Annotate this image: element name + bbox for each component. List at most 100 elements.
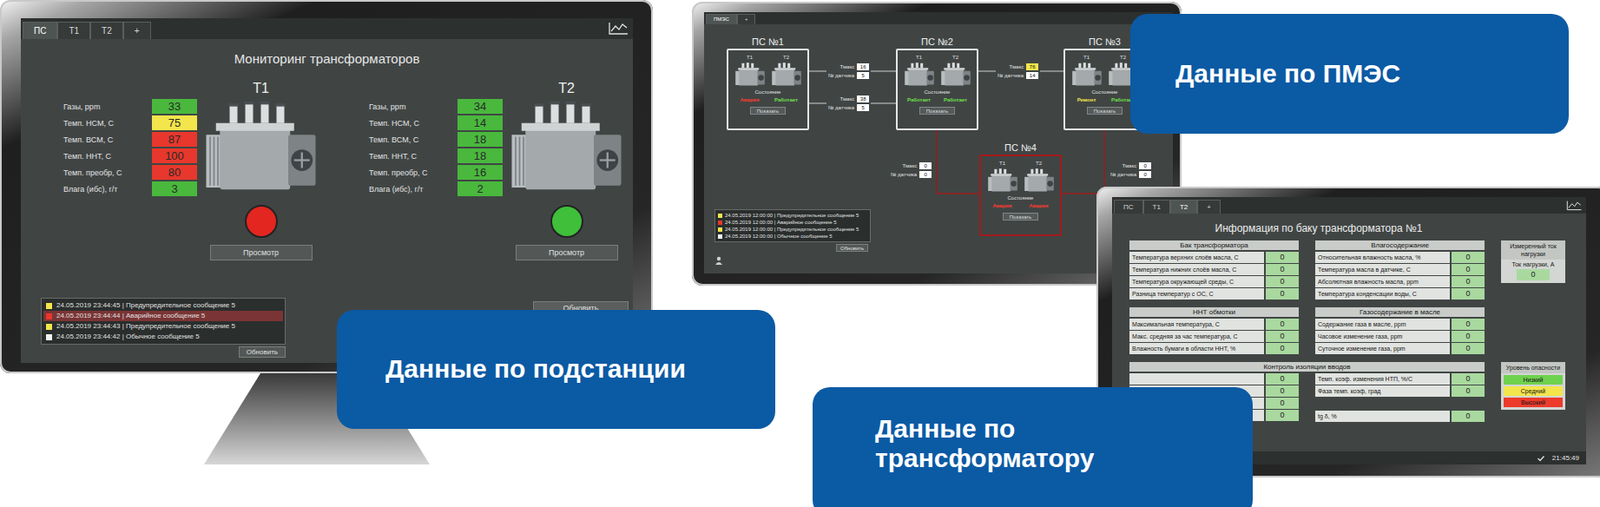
tab[interactable]: Т1	[57, 21, 91, 40]
screen-title: Мониторинг трансформаторов	[20, 51, 633, 66]
tmax-value: 16	[856, 63, 870, 71]
row-value: 0	[1451, 342, 1485, 355]
transformer-figure: Т1Просмотр	[202, 81, 320, 261]
event-log-column: 24.05.2019 23:44:45 | Предупредительное …	[40, 297, 286, 358]
log-row[interactable]: 24.05.2019 12:00:00 | Предупредительное …	[717, 225, 869, 233]
log-marker	[717, 227, 723, 232]
log-text: 24.05.2019 12:00:00 | Предупредительное …	[724, 225, 859, 233]
state-label: Состояние	[924, 88, 951, 96]
chart-icon[interactable]	[606, 20, 630, 37]
parameter-row: Влага (ибс), г/т3	[63, 180, 198, 198]
log-marker	[717, 220, 723, 225]
log-row[interactable]: 24.05.2019 12:00:00 | Предупредительное …	[717, 211, 869, 219]
danger-level-panel: Уровень опасностиНизкийСреднийВысокий	[1501, 362, 1566, 410]
parameter-row: Влага (ибс), г/т2	[368, 180, 503, 198]
state-label: Состояние	[755, 88, 782, 96]
tab[interactable]: +	[1197, 199, 1221, 214]
transformer-statuses: РаботаетРаботает	[902, 96, 973, 104]
callout-label: Данные по подстанции	[336, 309, 776, 429]
log-text: 24.05.2019 12:00:00 | Предупредительное …	[724, 211, 859, 219]
info-row: 0	[1129, 373, 1299, 385]
tab-bar: ПСТ1Т2+	[1112, 197, 1587, 214]
log-refresh-button[interactable]: Обновить	[238, 346, 286, 358]
log-text: 24.05.2019 23:44:42 | Обычное сообщение …	[56, 331, 200, 343]
show-button[interactable]: Показать	[919, 106, 956, 115]
show-button[interactable]: Показать	[1086, 106, 1124, 115]
tmax-row: Тмакс0	[890, 162, 932, 170]
show-button[interactable]: Показать	[1002, 212, 1040, 221]
log-row[interactable]: 24.05.2019 23:44:45 | Предупредительное …	[43, 300, 284, 311]
row-value: 0	[1451, 251, 1485, 264]
status-dot	[244, 204, 278, 238]
parameter-label: Газы, ppm	[63, 102, 151, 112]
parameter-row: Газы, ppm33	[63, 98, 198, 115]
tab[interactable]: Т1	[1143, 199, 1171, 214]
show-button[interactable]: Показать	[750, 106, 787, 115]
substation-node[interactable]: ПС №4Т1Т2СостояниеАварияАварияПоказать	[979, 154, 1062, 237]
tab[interactable]: +	[123, 21, 152, 40]
info-row: Разница температур с ОС, С0	[1129, 288, 1299, 300]
parameter-row: Темп. ВСМ, С18	[368, 131, 503, 148]
transformer-icon	[770, 61, 804, 88]
view-button[interactable]: Просмотр	[210, 244, 313, 261]
row-label	[1129, 373, 1265, 385]
user-icon[interactable]	[714, 256, 724, 265]
transformer-names: Т1Т2	[902, 53, 973, 61]
sensor-label: № датчика	[997, 72, 1024, 79]
row-label: Температура верхних слоёв масла, С	[1129, 251, 1265, 264]
transformer-row: Газы, ppm33Темп. НСМ, С75Темп. ВСМ, С87Т…	[20, 81, 633, 261]
transformer-status: Авария	[986, 202, 1020, 210]
log-refresh-button[interactable]: Обновить	[836, 243, 869, 252]
section-title: Бак трансформатора	[1129, 240, 1299, 251]
tab[interactable]: ПМЭС	[705, 13, 738, 25]
info-row: Максимальная температура, С0	[1129, 318, 1299, 330]
info-row: Суточное изменение газа, ppm0	[1315, 342, 1485, 355]
parameter-label: Темп. ННТ, С	[368, 151, 456, 161]
row-label: Абсолютная влажность масла, ppm	[1315, 276, 1450, 288]
log-row[interactable]: 24.05.2019 12:00:00 | Аварийное сообщени…	[717, 218, 869, 226]
check-icon[interactable]	[1536, 454, 1546, 463]
substation-node[interactable]: ПС №2Т1Т2СостояниеРаботаетРаботаетПоказа…	[895, 48, 979, 131]
tmax-label: Тмакс	[840, 96, 856, 102]
tmax-value: 0	[919, 162, 932, 170]
section-title: Газосодержание в масле	[1315, 307, 1485, 317]
tmax-row: Тмакс16	[828, 63, 870, 71]
log-row[interactable]: 24.05.2019 23:44:43 | Предупредительное …	[43, 321, 284, 332]
row-label: tg δ, %	[1315, 410, 1450, 422]
tab[interactable]: ПС	[1113, 199, 1144, 214]
tab[interactable]: ПС	[22, 21, 58, 40]
log-row[interactable]: 24.05.2019 23:44:42 | Обычное сообщение …	[43, 331, 284, 343]
transformer-icon	[1022, 167, 1056, 194]
parameter-value: 2	[457, 181, 503, 197]
log-marker	[46, 323, 53, 330]
tab[interactable]: Т2	[1170, 199, 1198, 214]
chart-icon[interactable]	[1565, 199, 1583, 212]
transformer-names: Т1Т2	[986, 159, 1056, 167]
tab[interactable]: Т2	[90, 21, 124, 40]
transformer-name: Т2	[1022, 159, 1056, 167]
danger-level: Низкий	[1503, 375, 1563, 385]
info-row: tg δ, %0	[1315, 410, 1485, 422]
log-row[interactable]: 24.05.2019 23:44:44 | Аварийное сообщени…	[43, 310, 284, 322]
log-marker	[46, 334, 53, 341]
substation-node[interactable]: ПС №1Т1Т2СостояниеАварияРаботаетПоказать	[726, 48, 810, 131]
transformer-icon	[202, 97, 320, 200]
sensor-row: № датчика0	[1110, 171, 1152, 178]
tab[interactable]: +	[737, 13, 757, 25]
transformer-icons	[986, 167, 1056, 194]
substation-title: ПС №2	[897, 36, 977, 47]
event-log: 24.05.2019 12:00:00 | Предупредительное …	[714, 209, 871, 243]
log-row[interactable]: 24.05.2019 12:00:00 | Обычное сообщение …	[717, 232, 869, 240]
row-value: 0	[1265, 263, 1299, 276]
row-label: Макс. средняя за час температура, С	[1129, 330, 1265, 343]
load-title: Измеренный ток нагрузки	[1501, 240, 1566, 260]
sensor-value: 5	[856, 104, 870, 112]
parameter-value: 80	[151, 164, 198, 180]
parameter-value: 33	[151, 98, 198, 114]
view-button[interactable]: Просмотр	[515, 244, 619, 261]
tab-bar: ПМЭС+	[704, 12, 1173, 25]
link-info: Тмакс16№ датчика5	[826, 62, 871, 80]
transformer-name: Т2	[770, 53, 804, 61]
row-value: 0	[1451, 288, 1485, 300]
parameter-row: Темп. преобр, С80	[63, 164, 198, 181]
